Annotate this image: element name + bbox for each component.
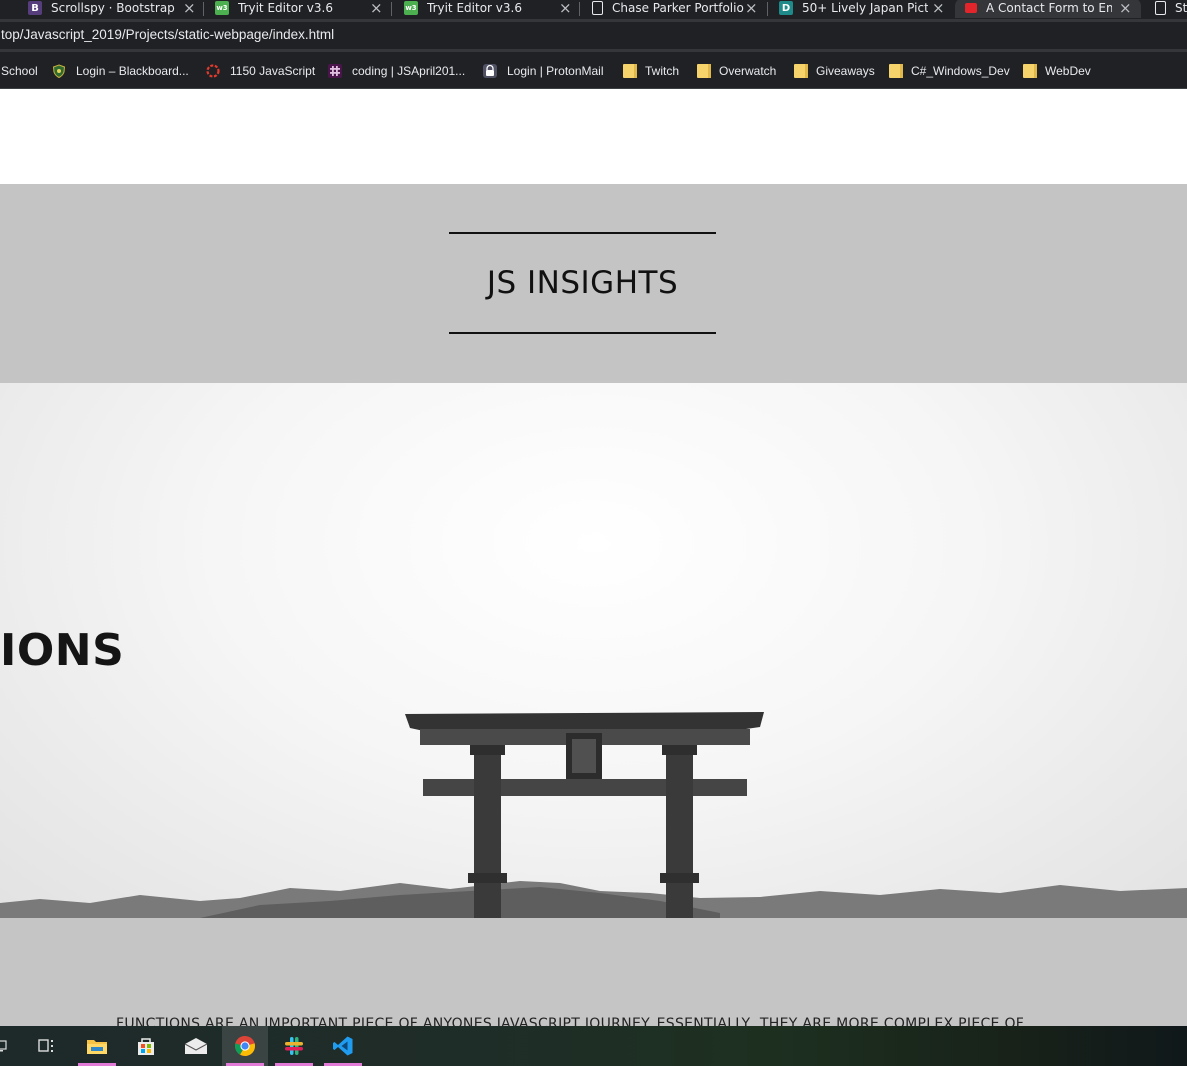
bootstrap-icon: B [28, 1, 42, 15]
page-icon [1155, 1, 1166, 15]
bookmark-javascript[interactable]: 1150 JavaScript [206, 62, 315, 80]
insights-section: JS INSIGHTS [0, 184, 1187, 383]
torii-gate-photo [0, 712, 1187, 918]
vscode-icon[interactable] [320, 1026, 366, 1066]
tab-title: 50+ Lively Japan Pictur [802, 1, 928, 15]
slack-icon[interactable] [271, 1026, 317, 1066]
bookmark-label: C#_Windows_Dev [911, 64, 1010, 78]
tab-separator [203, 2, 204, 16]
page-icon [592, 1, 603, 15]
bookmark-label: WebDev [1045, 64, 1091, 78]
tab-separator [391, 2, 392, 16]
tab-separator [579, 2, 580, 16]
bookmark-label: coding | JSApril201... [352, 64, 466, 78]
file-explorer-icon[interactable] [74, 1026, 120, 1066]
tab-title: Tryit Editor v3.6 [427, 1, 522, 15]
tab-portfolio[interactable]: Chase Parker Portfolio × [592, 0, 758, 18]
tab-tryit-1[interactable]: w3 Tryit Editor v3.6 × [215, 0, 383, 18]
w3schools-icon: w3 [215, 1, 229, 15]
bookmark-label: Twitch [645, 64, 680, 78]
formspree-icon [965, 3, 977, 13]
chrome-icon[interactable] [222, 1026, 268, 1066]
insights-title-box: JS INSIGHTS [449, 232, 716, 334]
url-input[interactable]: top/Javascript_2019/Projects/static-webp… [0, 22, 1187, 49]
bookmark-label: Overwatch [719, 64, 777, 78]
close-icon[interactable]: × [1119, 0, 1133, 17]
hero-image-section: IONS [0, 383, 1187, 918]
bookmark-folder-csharp[interactable]: C#_Windows_Dev [889, 62, 1010, 80]
tab-title: A Contact Form to Em [986, 1, 1112, 15]
url-text: top/Javascript_2019/Projects/static-webp… [1, 27, 335, 42]
tab-title: Chase Parker Portfolio [612, 1, 744, 15]
w3schools-icon: w3 [404, 1, 418, 15]
tab-tryit-2[interactable]: w3 Tryit Editor v3.6 × [404, 0, 572, 18]
bookmark-folder-webdev[interactable]: WebDev [1023, 62, 1091, 80]
tab-partial[interactable]: St [1155, 0, 1187, 18]
browser-tab-strip: B Scrollspy · Bootstrap × w3 Tryit Edito… [0, 0, 1187, 19]
bookmark-label: 1150 JavaScript [230, 64, 316, 78]
bookmark-folder-giveaways[interactable]: Giveaways [794, 62, 875, 80]
mail-icon[interactable] [173, 1026, 219, 1066]
tab-japan-pictures[interactable]: D 50+ Lively Japan Pictur × [779, 0, 945, 18]
bookmark-label: School [1, 64, 38, 78]
tab-separator [767, 2, 768, 16]
folder-icon [794, 64, 808, 78]
slack-icon [328, 64, 342, 78]
unsplash-icon: D [779, 1, 793, 15]
bookmark-label: Login | ProtonMail [507, 64, 604, 78]
bookmark-label: Login – Blackboard... [76, 64, 189, 78]
folder-icon [889, 64, 903, 78]
webpage-viewport: JS INSIGHTS IONS FUNCTIONS ARE AN IMPORT… [0, 89, 1187, 1026]
folder-icon [623, 64, 637, 78]
page-title: JS INSIGHTS [486, 265, 679, 301]
bookmark-protonmail[interactable]: Login | ProtonMail [483, 62, 604, 80]
desktop-icon[interactable] [0, 1026, 24, 1066]
tab-title: Tryit Editor v3.6 [238, 1, 333, 15]
blackboard-shield-icon [52, 64, 66, 78]
folder-icon [697, 64, 711, 78]
protonmail-icon [483, 64, 497, 78]
tab-scrollspy[interactable]: B Scrollspy · Bootstrap × [28, 0, 196, 18]
tab-title: Scrollspy · Bootstrap [51, 1, 175, 15]
ring-icon [206, 64, 220, 78]
task-view-icon[interactable] [24, 1026, 70, 1066]
functions-section: FUNCTIONS ARE AN IMPORTANT PIECE OF ANYO… [0, 918, 1187, 1026]
tab-title: St [1175, 1, 1187, 15]
bookmark-folder-overwatch[interactable]: Overwatch [697, 62, 776, 80]
tab-contact-form[interactable]: A Contact Form to Em × [955, 0, 1141, 18]
bookmark-label: Giveaways [816, 64, 875, 78]
folder-icon [1023, 64, 1037, 78]
bookmark-school[interactable]: School [1, 62, 38, 80]
bookmark-folder-twitch[interactable]: Twitch [623, 62, 679, 80]
bookmark-blackboard[interactable]: Login – Blackboard... [52, 62, 189, 80]
bookmark-coding-slack[interactable]: coding | JSApril201... [328, 62, 465, 80]
hero-heading: IONS [0, 625, 125, 676]
page-top-whitespace [0, 89, 1187, 184]
windows-taskbar [0, 1026, 1187, 1066]
address-bar: top/Javascript_2019/Projects/static-webp… [0, 19, 1187, 52]
functions-paragraph: FUNCTIONS ARE AN IMPORTANT PIECE OF ANYO… [116, 1016, 1025, 1026]
bookmarks-bar: School Login – Blackboard... 1150 JavaSc… [0, 52, 1187, 89]
store-icon[interactable] [123, 1026, 169, 1066]
